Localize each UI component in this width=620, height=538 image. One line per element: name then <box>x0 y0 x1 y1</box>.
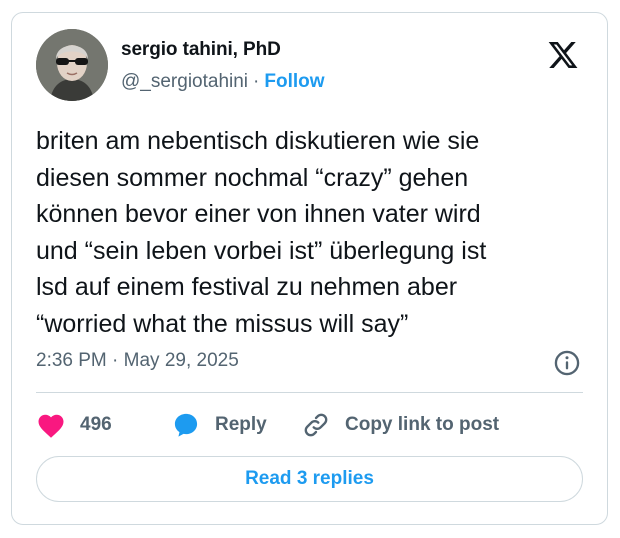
tweet-timestamp[interactable]: 2:36 PM · May 29, 2025 <box>36 350 239 372</box>
reply-button[interactable]: Reply <box>171 411 267 439</box>
link-icon <box>304 413 328 437</box>
follow-button[interactable]: Follow <box>264 71 324 92</box>
tweet-card: sergio tahini, PhD @_sergiotahini · Follow… <box>11 12 608 525</box>
avatar-image <box>36 29 108 101</box>
avatar[interactable] <box>36 29 108 101</box>
copy-link-label: Copy link to post <box>345 414 500 435</box>
x-logo-icon[interactable] <box>547 39 579 71</box>
info-icon[interactable] <box>553 349 581 377</box>
handle-separator: · <box>253 71 260 92</box>
read-replies-button[interactable]: Read 3 replies <box>36 456 583 502</box>
tweet-text: briten am nebentisch diskutieren wie sie… <box>36 127 487 338</box>
divider <box>36 392 583 393</box>
author-handle-row: @_sergiotahini · Follow <box>121 71 325 93</box>
author-handle[interactable]: @_sergiotahini <box>121 71 248 92</box>
speech-bubble-icon <box>174 413 198 437</box>
like-count: 496 <box>80 414 112 435</box>
heart-icon <box>38 414 64 438</box>
author-display-name[interactable]: sergio tahini, PhD <box>121 39 281 61</box>
reply-label: Reply <box>215 414 267 435</box>
copy-link-button[interactable]: Copy link to post <box>301 411 499 439</box>
like-button[interactable]: 496 <box>36 411 112 439</box>
